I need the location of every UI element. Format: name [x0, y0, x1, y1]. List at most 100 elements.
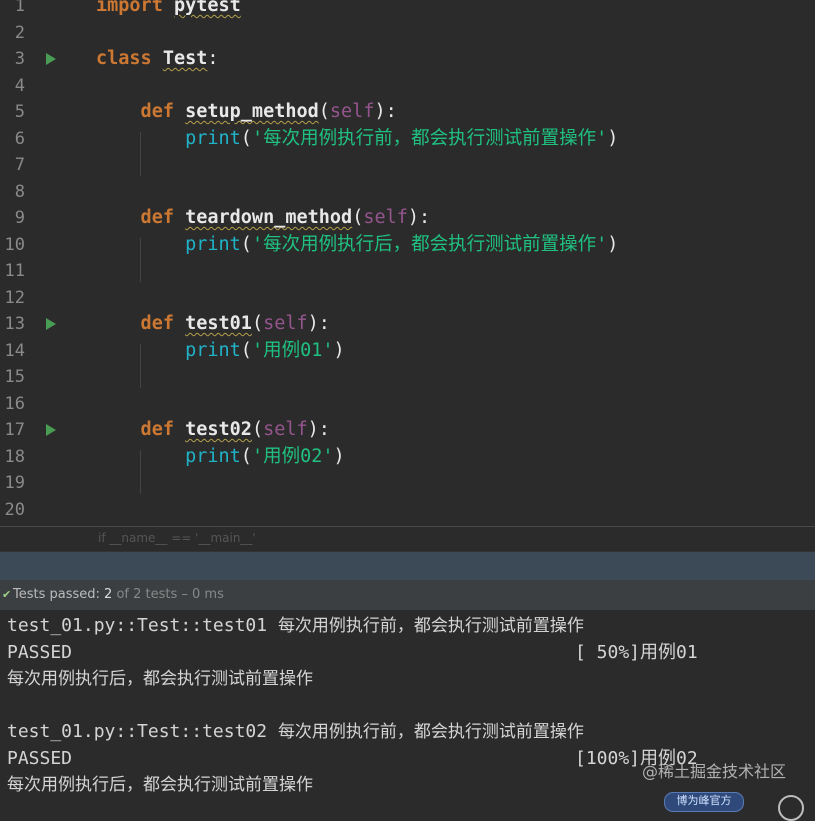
code-text: def setup_method(self): [96, 99, 397, 126]
line-number: 16 [4, 393, 25, 414]
indent-guide [140, 132, 141, 176]
token-kw: def [96, 101, 174, 122]
floating-badge[interactable]: 博为峰官方 [664, 792, 744, 812]
token-punc: ) [333, 445, 345, 467]
console-line: PASSED [ 50%]用例01 [7, 640, 807, 667]
console-text: test_01.py::Test::test01 [7, 615, 278, 636]
code-line[interactable]: 3 class Test: [0, 46, 815, 73]
token-kw: import [96, 0, 163, 16]
line-number: 19 [4, 473, 25, 493]
code-line[interactable]: 4 [0, 73, 815, 100]
console-text: PASSED [7, 641, 73, 663]
line-number: 15 [4, 367, 25, 387]
code-line[interactable]: 19 [0, 470, 815, 497]
code-line[interactable]: 17 def test02(self): [0, 417, 815, 444]
token-builtin: print [96, 445, 241, 467]
code-line[interactable]: 9 def teardown_method(self): [0, 205, 815, 232]
console-message: 每次用例执行后，都会执行测试前置操作 [7, 775, 313, 795]
token-punc: ): [374, 101, 397, 122]
token-str: '用例02' [251, 445, 334, 467]
console-message: 每次用例执行前，都会执行测试前置操作 [277, 722, 584, 742]
token-kw: def [96, 419, 174, 440]
code-text: class Test: [96, 46, 219, 73]
run-test-icon[interactable] [46, 53, 56, 65]
token-builtin: print [96, 233, 241, 255]
run-test-icon[interactable] [46, 318, 56, 330]
token-str: '用例01' [251, 339, 334, 361]
code-line[interactable]: 20 [0, 497, 815, 524]
line-number: 18 [4, 446, 25, 467]
code-line[interactable]: 6 print('每次用例执行前，都会执行测试前置操作') [0, 126, 815, 153]
code-line[interactable]: 13 def test01(self): [0, 311, 815, 338]
console-text: test_01.py::Test::test02 [7, 721, 278, 742]
line-number: 13 [4, 314, 25, 334]
line-number: 3 [14, 49, 25, 69]
token-punc [152, 48, 163, 69]
token-punc: ( [251, 419, 264, 440]
token-punc: ) [607, 127, 619, 149]
code-line[interactable]: 15 [0, 364, 815, 391]
console-line: test_01.py::Test::test02 每次用例执行前，都会执行测试前… [7, 719, 807, 746]
token-punc: ( [251, 313, 264, 334]
code-text: def test01(self): [96, 311, 330, 338]
code-line[interactable]: 16 [0, 391, 815, 418]
token-punc: ( [352, 207, 364, 228]
token-kw: def [96, 207, 174, 228]
token-punc: ( [240, 127, 252, 149]
code-line[interactable]: 8 [0, 179, 815, 206]
test-status-bar: ✔ Tests passed: 2 of 2 tests – 0 ms [0, 580, 815, 611]
console-progress: [ 50%]用例01 [575, 641, 698, 663]
line-number: 11 [4, 261, 25, 281]
code-line[interactable]: 12 [0, 285, 815, 312]
indent-guide [140, 344, 141, 388]
token-fn: teardown_method [185, 207, 353, 228]
line-number: 1 [14, 0, 25, 16]
token-name: Test [162, 48, 208, 69]
token-punc [174, 313, 185, 334]
token-builtin: print [96, 339, 241, 361]
line-number: 7 [14, 155, 25, 175]
line-number: 10 [4, 234, 25, 255]
code-text: import pytest [96, 0, 241, 20]
token-self: self [263, 419, 308, 440]
code-text: def test02(self): [96, 417, 330, 444]
token-builtin: print [96, 127, 241, 149]
token-self: self [263, 313, 308, 334]
token-punc: ) [607, 233, 619, 255]
watermark: @稀土掘金技术社区 [642, 762, 787, 781]
code-line[interactable]: 14 print('用例01') [0, 338, 815, 365]
code-editor[interactable]: 1 import pytest 2 3 class Test: 4 5 def setup_… [0, 0, 815, 526]
circle-icon[interactable] [778, 795, 804, 821]
token-punc: ): [307, 313, 330, 334]
code-line[interactable]: 1 import pytest [0, 0, 815, 20]
token-punc: ) [333, 339, 345, 361]
token-fn: setup_method [185, 101, 319, 122]
status-rest: of 2 tests – 0 ms [112, 587, 224, 602]
indent-guide [140, 238, 141, 282]
code-line[interactable]: 2 [0, 20, 815, 47]
code-line[interactable]: 5 def setup_method(self): [0, 99, 815, 126]
breadcrumb-text: if __name__ == '__main__' [98, 531, 256, 545]
line-number: 12 [4, 287, 25, 308]
code-line[interactable]: 10 print('每次用例执行后，都会执行测试前置操作') [0, 232, 815, 259]
console-message: 每次用例执行前，都会执行测试前置操作 [277, 616, 584, 636]
line-number: 17 [4, 420, 25, 440]
run-test-icon[interactable] [46, 424, 56, 436]
token-self: self [329, 101, 375, 122]
code-text: print('每次用例执行后，都会执行测试前置操作') [96, 232, 618, 259]
token-punc: ( [240, 339, 252, 361]
line-number: 9 [14, 208, 25, 228]
code-line[interactable]: 11 [0, 258, 815, 285]
token-punc: ( [318, 101, 330, 122]
console-line: 每次用例执行后，都会执行测试前置操作 [7, 666, 807, 693]
breadcrumb[interactable]: if __name__ == '__main__' [0, 526, 815, 551]
line-number: 20 [4, 499, 25, 520]
line-number: 8 [14, 181, 25, 202]
code-text: print('用例01') [96, 338, 345, 365]
code-line[interactable]: 7 [0, 152, 815, 179]
token-punc: ): [307, 419, 330, 440]
code-line[interactable]: 18 print('用例02') [0, 444, 815, 471]
line-number: 2 [14, 22, 25, 43]
check-icon: ✔ [2, 588, 12, 601]
